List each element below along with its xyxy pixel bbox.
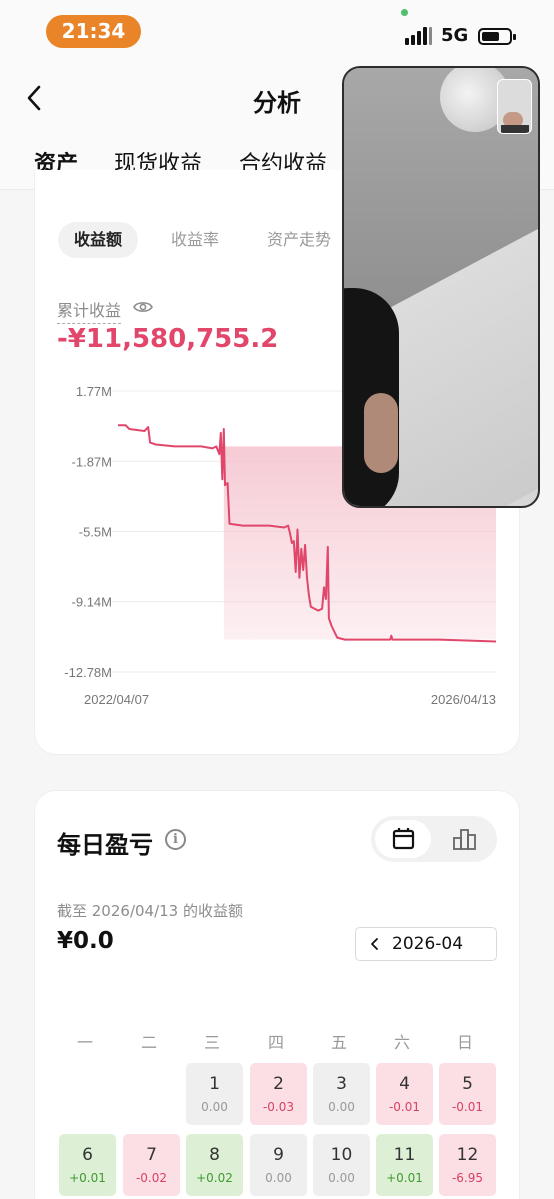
- weekday-label: 日: [456, 1033, 473, 1052]
- day-pnl-value: -6.95: [451, 1171, 484, 1185]
- day-number: 1: [209, 1074, 220, 1094]
- day-pnl-value: 0.00: [328, 1171, 355, 1185]
- day-pnl-value: 0.00: [328, 1100, 355, 1114]
- day-number: 2: [273, 1074, 284, 1094]
- calendar-day-cell[interactable]: 2 -0.03: [250, 1063, 307, 1125]
- eye-icon[interactable]: [133, 299, 153, 315]
- pip-selfie-preview[interactable]: [497, 79, 532, 134]
- subtab-earnings-amount[interactable]: 收益额: [58, 222, 139, 258]
- subtab-asset-trend[interactable]: 资产走势: [251, 222, 347, 258]
- calendar-day-cell[interactable]: 1 0.00: [186, 1063, 243, 1125]
- calendar-day-cell[interactable]: 10 0.00: [313, 1134, 370, 1196]
- calendar-day-cell[interactable]: 7 -0.02: [123, 1134, 180, 1196]
- network-label: 5G: [441, 25, 469, 46]
- weekday-label: 四: [267, 1033, 284, 1052]
- cumulative-earnings-label: 累计收益: [57, 297, 122, 324]
- chevron-left-icon: [371, 938, 378, 950]
- bar-chart-icon: [453, 829, 476, 850]
- weekday-label: 三: [203, 1033, 220, 1052]
- daily-pnl-title: 每日盈亏: [57, 831, 153, 859]
- day-number: 3: [336, 1074, 347, 1094]
- calendar-icon: [392, 828, 415, 850]
- privacy-indicator-dot: [401, 9, 408, 16]
- month-label: 2026-04: [392, 934, 464, 954]
- calendar-day-cell[interactable]: 11 +0.01: [376, 1134, 433, 1196]
- day-number: 11: [393, 1145, 416, 1165]
- day-pnl-value: +0.02: [196, 1171, 233, 1185]
- subtab-earnings-rate[interactable]: 收益率: [155, 222, 235, 258]
- y-tick-label: -9.14M: [72, 595, 112, 610]
- day-number: 6: [82, 1145, 93, 1165]
- bar-view-button[interactable]: [437, 820, 493, 858]
- y-tick-label: 1.77M: [76, 384, 112, 399]
- video-call-pip[interactable]: [342, 66, 540, 508]
- day-number: 9: [273, 1145, 284, 1165]
- status-time: 21:34: [46, 15, 141, 48]
- day-number: 5: [462, 1074, 473, 1094]
- weekday-label: 一: [76, 1033, 93, 1052]
- pip-scene-ear: [364, 393, 398, 473]
- cumulative-earnings-value: -¥11,580,755.2: [57, 324, 279, 354]
- day-pnl-value: -0.03: [262, 1100, 295, 1114]
- x-tick-label: 2022/04/07: [84, 692, 149, 707]
- signal-icon: [405, 27, 433, 45]
- as-of-label: 截至 2026/04/13 的收益额: [57, 902, 243, 920]
- calendar-day-cell[interactable]: 9 0.00: [250, 1134, 307, 1196]
- month-picker[interactable]: 2026-04: [355, 927, 497, 961]
- calendar-day-cell[interactable]: 5 -0.01: [439, 1063, 496, 1125]
- info-icon[interactable]: i: [165, 829, 186, 850]
- day-pnl-value: 0.00: [201, 1100, 228, 1114]
- day-pnl-value: -0.01: [451, 1100, 484, 1114]
- daily-earnings-value: ¥0.0: [57, 928, 114, 954]
- calendar-day-cell[interactable]: 6 +0.01: [59, 1134, 116, 1196]
- view-toggle: [371, 816, 497, 862]
- eye-icon-graphic: [133, 302, 153, 312]
- y-tick-label: -5.5M: [79, 524, 112, 539]
- x-tick-label: 2026/04/13: [431, 692, 496, 707]
- calendar-day-cell[interactable]: 8 +0.02: [186, 1134, 243, 1196]
- weekday-label: 五: [330, 1033, 347, 1052]
- day-number: 7: [146, 1145, 157, 1165]
- day-pnl-value: 0.00: [265, 1171, 292, 1185]
- calendar-day-cell[interactable]: 12 -6.95: [439, 1134, 496, 1196]
- day-pnl-value: +0.01: [386, 1171, 423, 1185]
- weekday-label: 六: [393, 1033, 410, 1052]
- day-pnl-value: -0.02: [135, 1171, 168, 1185]
- calendar-day-cell[interactable]: 3 0.00: [313, 1063, 370, 1125]
- y-tick-label: -12.78M: [64, 665, 112, 680]
- calendar-view-button[interactable]: [375, 820, 431, 858]
- calendar-day-cell[interactable]: 4 -0.01: [376, 1063, 433, 1125]
- day-pnl-value: -0.01: [388, 1100, 421, 1114]
- weekday-label: 二: [140, 1033, 157, 1052]
- day-number: 12: [456, 1145, 479, 1165]
- day-number: 10: [330, 1145, 353, 1165]
- battery-icon: [478, 28, 516, 45]
- day-number: 8: [209, 1145, 220, 1165]
- day-pnl-value: +0.01: [69, 1171, 106, 1185]
- y-tick-label: -1.87M: [72, 454, 112, 469]
- day-number: 4: [399, 1074, 410, 1094]
